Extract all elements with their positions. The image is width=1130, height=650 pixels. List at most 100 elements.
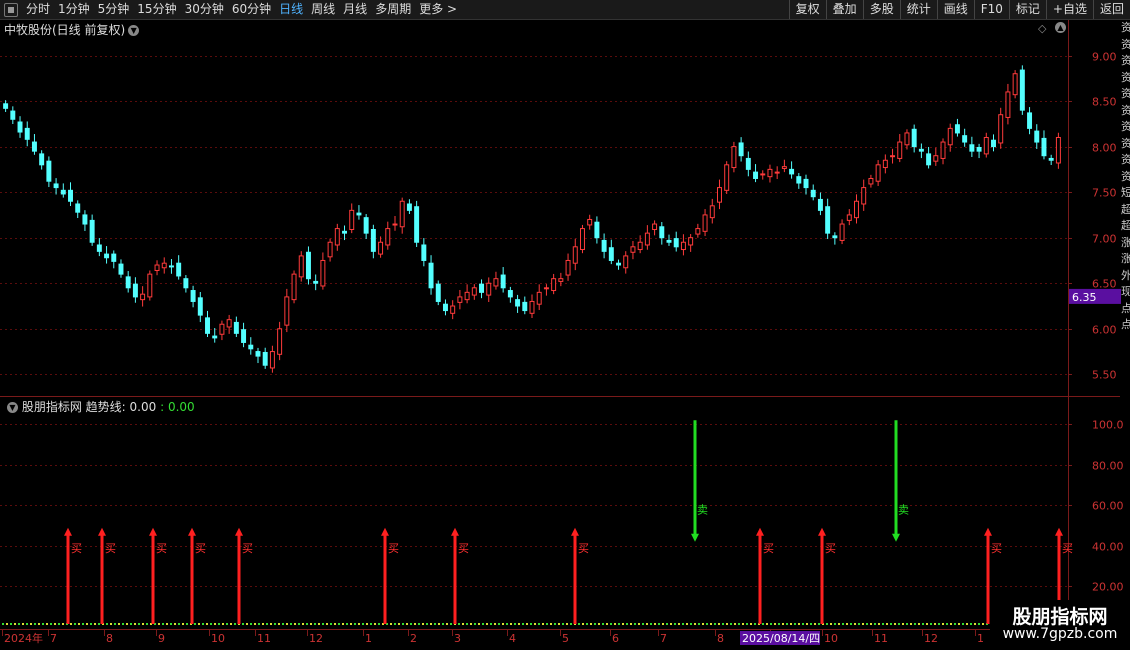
candle-body (342, 230, 348, 234)
candle-body (918, 148, 924, 152)
buy-arrow-head (1055, 527, 1063, 536)
x-axis-label: 8 (717, 632, 724, 645)
price-tick-label: 5.50 (1092, 369, 1117, 382)
indicator-title: ▼ 股朋指标网 趋势线: 0.00 : 0.00 (4, 398, 195, 415)
candle-body (82, 214, 88, 225)
candle-body (147, 273, 153, 298)
candle-body (832, 235, 838, 239)
chevron-down-icon[interactable]: ▼ (7, 402, 18, 413)
candle-body (659, 226, 665, 239)
candle-body (68, 189, 73, 202)
candle-body (10, 110, 16, 120)
candle-body (839, 223, 845, 241)
candle-body (875, 164, 881, 182)
candle-body (507, 290, 513, 298)
candle-body (565, 259, 571, 276)
x-axis-label: 2 (410, 632, 417, 645)
candle-body (399, 200, 405, 228)
buy-arrow-head (235, 527, 243, 536)
candle-body (24, 127, 30, 140)
candle-body (183, 278, 189, 289)
candle-body (738, 142, 744, 157)
price-tick-label: 6.00 (1092, 324, 1117, 337)
candle-body (39, 153, 45, 166)
candle-body (327, 241, 333, 258)
price-tick-label: 6.50 (1092, 278, 1117, 291)
x-axis-label: 2024年 (4, 631, 43, 645)
buy-arrow-head (451, 527, 459, 536)
candle-body (558, 278, 564, 282)
candle-body (241, 329, 247, 343)
candle-body (125, 276, 131, 289)
candle-body (940, 141, 946, 159)
candle-body (205, 317, 210, 334)
candle-body (442, 303, 448, 312)
candle-body (212, 335, 218, 339)
candle-body (457, 296, 463, 303)
candle-body (543, 287, 549, 290)
candle-body (991, 139, 996, 148)
candle-body (897, 141, 903, 159)
candle-body (190, 290, 196, 302)
candle-body (680, 241, 686, 251)
candle-body (760, 173, 766, 176)
candle-body (854, 200, 859, 219)
price-tick-label: 7.50 (1092, 187, 1117, 200)
buy-arrow-head (984, 527, 992, 536)
x-axis-label: 4 (509, 632, 516, 645)
buy-label: 买 (71, 542, 82, 555)
candle-body (825, 206, 831, 234)
x-axis-label: 1 (365, 632, 372, 645)
candle-body (774, 171, 780, 174)
buy-arrow-head (818, 527, 826, 536)
candle-body (334, 228, 340, 246)
candle-body (277, 328, 283, 355)
date-cursor-label: 2025/08/14/四 (742, 632, 820, 645)
candle-body (753, 171, 759, 179)
candle-body (370, 228, 376, 252)
candle-body (313, 280, 319, 284)
watermark-title: 股朋指标网 (1012, 606, 1108, 628)
candle-body (724, 164, 730, 191)
indicator-tick-label: 80.00 (1092, 460, 1124, 473)
candle-body (637, 241, 643, 251)
candle-body (197, 297, 203, 316)
candle-body (46, 160, 52, 182)
buy-label: 买 (578, 542, 589, 555)
x-axis-label: 6 (612, 632, 619, 645)
x-axis-label: 10 (211, 632, 225, 645)
candle-body (471, 287, 477, 296)
candle-body (111, 253, 117, 262)
candle-body (1012, 73, 1018, 96)
candle-body (846, 214, 852, 221)
candle-body (118, 263, 124, 275)
candle-body (551, 278, 557, 292)
candle-body (796, 176, 802, 184)
candle-body (414, 206, 420, 243)
buy-arrow-head (98, 527, 106, 536)
candle-body (594, 221, 600, 239)
kline-chart[interactable]: 9.008.508.007.507.006.506.005.506.35100.… (0, 0, 1130, 650)
candle-body (233, 321, 239, 334)
candle-body (349, 209, 355, 230)
candle-body (1048, 157, 1054, 161)
candle-body (255, 351, 261, 357)
candle-body (248, 344, 254, 350)
candle-body (998, 114, 1004, 144)
x-axis-label: 11 (874, 632, 888, 645)
price-tick-label: 8.00 (1092, 142, 1117, 155)
sell-label: 卖 (898, 503, 909, 516)
candle-body (882, 159, 888, 169)
current-price-label: 6.35 (1072, 291, 1097, 304)
candle-body (623, 255, 629, 269)
candle-body (868, 177, 874, 185)
candle-body (947, 127, 953, 146)
candle-body (17, 121, 23, 133)
candle-body (140, 293, 146, 301)
candle-body (810, 189, 816, 198)
trend-label: 趋势线: (85, 400, 126, 414)
indicator-name: 股朋指标网 (21, 400, 82, 414)
candle-body (789, 168, 795, 175)
candle-body (493, 278, 499, 287)
candle-body (291, 273, 297, 301)
